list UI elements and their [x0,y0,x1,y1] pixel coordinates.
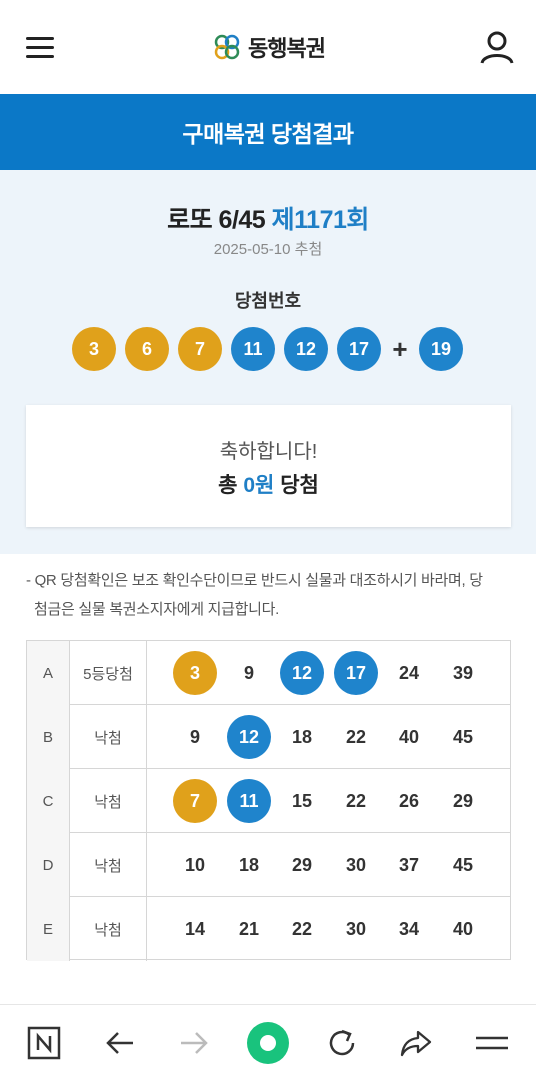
result-summary-card: 축하합니다! 총 0원 당첨 [26,405,511,527]
notice-line: - QR 당첨확인은 보조 확인수단이므로 반드시 실물과 대조하시기 바라며,… [26,572,483,589]
logo-text: 동행복권 [248,36,326,61]
ticket-number: 45 [452,854,474,875]
ticket-rank: 낙첨 [70,705,147,769]
more-menu-icon[interactable] [472,1023,512,1063]
naver-n-icon[interactable] [24,1023,64,1063]
ticket-number: 14 [184,918,206,939]
browser-bottom-bar [0,1004,536,1079]
ticket-number-hit: 12 [280,651,324,695]
winning-ball: 7 [178,327,222,371]
winning-ball: 12 [284,327,328,371]
winning-ball: 11 [231,327,275,371]
ticket-number: 30 [345,918,367,939]
ticket-number: 24 [398,662,420,683]
draw-date: 2025-05-10 추첨 [213,241,323,258]
ticket-number: 9 [189,726,200,747]
round-number: 제1171회 [271,206,370,234]
ticket-number: 40 [452,918,474,939]
notice-line: 첨금은 실물 복권소지자에게 지급합니다. [34,601,279,618]
result-section: 로또 6/45 제1171회 2025-05-10 추첨 당첨번호 3 6 7 … [0,170,536,554]
total-prefix: 총 [218,474,238,497]
ticket-rank: 5등당첨 [70,641,147,705]
clover-logo-icon [214,34,240,60]
ticket-number: 39 [452,662,474,683]
ticket-slot: D [27,833,70,897]
ticket-rank: 낙첨 [70,769,147,833]
ticket-slot: A [27,641,70,705]
ticket-number: 34 [398,918,420,939]
round-title: 로또 6/45 제1171회 [0,200,536,236]
share-icon[interactable] [396,1023,436,1063]
winning-ball: 17 [337,327,381,371]
ticket-number-hit: 3 [173,651,217,695]
ticket-row: B 낙첨 9 12 18 22 40 45 [27,705,510,769]
ticket-number: 29 [291,854,313,875]
ticket-slot: E [27,897,70,961]
home-circle-icon[interactable] [246,1021,290,1065]
ticket-number: 22 [345,790,367,811]
ticket-number: 26 [398,790,420,811]
ticket-number: 30 [345,854,367,875]
ticket-table: A 5등당첨 3 9 12 17 24 39 B 낙첨 9 12 18 22 40 45 C 낙첨 7 11 15 22 2… [26,640,511,961]
ticket-slot: C [27,769,70,833]
ticket-rank: 낙첨 [70,833,147,897]
ticket-number-hit: 12 [227,715,271,759]
user-icon[interactable] [479,29,515,65]
ticket-number: 40 [398,726,420,747]
ticket-number: 22 [345,726,367,747]
game-name: 로또 6/45 [167,206,266,234]
ticket-row: D 낙첨 10 18 29 30 37 45 [27,833,510,897]
app-header: 동행복권 [0,0,536,94]
ticket-number: 15 [291,790,313,811]
bonus-ball: 19 [419,327,463,371]
ticket-number: 9 [243,662,254,683]
ticket-row: C 낙첨 7 11 15 22 26 29 [27,769,510,833]
ticket-number: 22 [291,918,313,939]
ticket-number: 37 [398,854,420,875]
refresh-icon[interactable] [322,1023,362,1063]
qr-notice: - QR 당첨확인은 보조 확인수단이므로 반드시 실물과 대조하시기 바라며,… [26,566,516,624]
page-title: 구매복권 당첨결과 [182,121,354,147]
winning-numbers-label: 당첨번호 [234,291,302,311]
ticket-number: 45 [452,726,474,747]
total-suffix: 당첨 [280,474,319,497]
winning-ball: 6 [125,327,169,371]
ticket-rank: 낙첨 [70,897,147,961]
ticket-number-hit: 17 [334,651,378,695]
ticket-number: 10 [184,854,206,875]
forward-arrow-icon[interactable] [174,1023,214,1063]
ticket-row: A 5등당첨 3 9 12 17 24 39 [27,641,510,705]
back-arrow-icon[interactable] [100,1023,140,1063]
ticket-number: 29 [452,790,474,811]
total-amount: 0원 [243,474,275,497]
ticket-number: 21 [238,918,260,939]
ticket-number-hit: 7 [173,779,217,823]
hamburger-menu-icon[interactable] [26,33,56,61]
ticket-row: E 낙첨 14 21 22 30 34 40 [27,897,510,961]
congrats-message: 축하합니다! [219,441,318,463]
winning-ball: 3 [72,327,116,371]
plus-sign: + [392,333,408,364]
total-prize: 총 0원 당첨 [26,469,511,499]
ticket-number: 18 [238,854,260,875]
page-title-banner: 구매복권 당첨결과 [0,94,536,170]
logo[interactable]: 동행복권 [212,30,326,64]
ticket-number: 18 [291,726,313,747]
ticket-number-hit: 11 [227,779,271,823]
ticket-slot: B [27,705,70,769]
